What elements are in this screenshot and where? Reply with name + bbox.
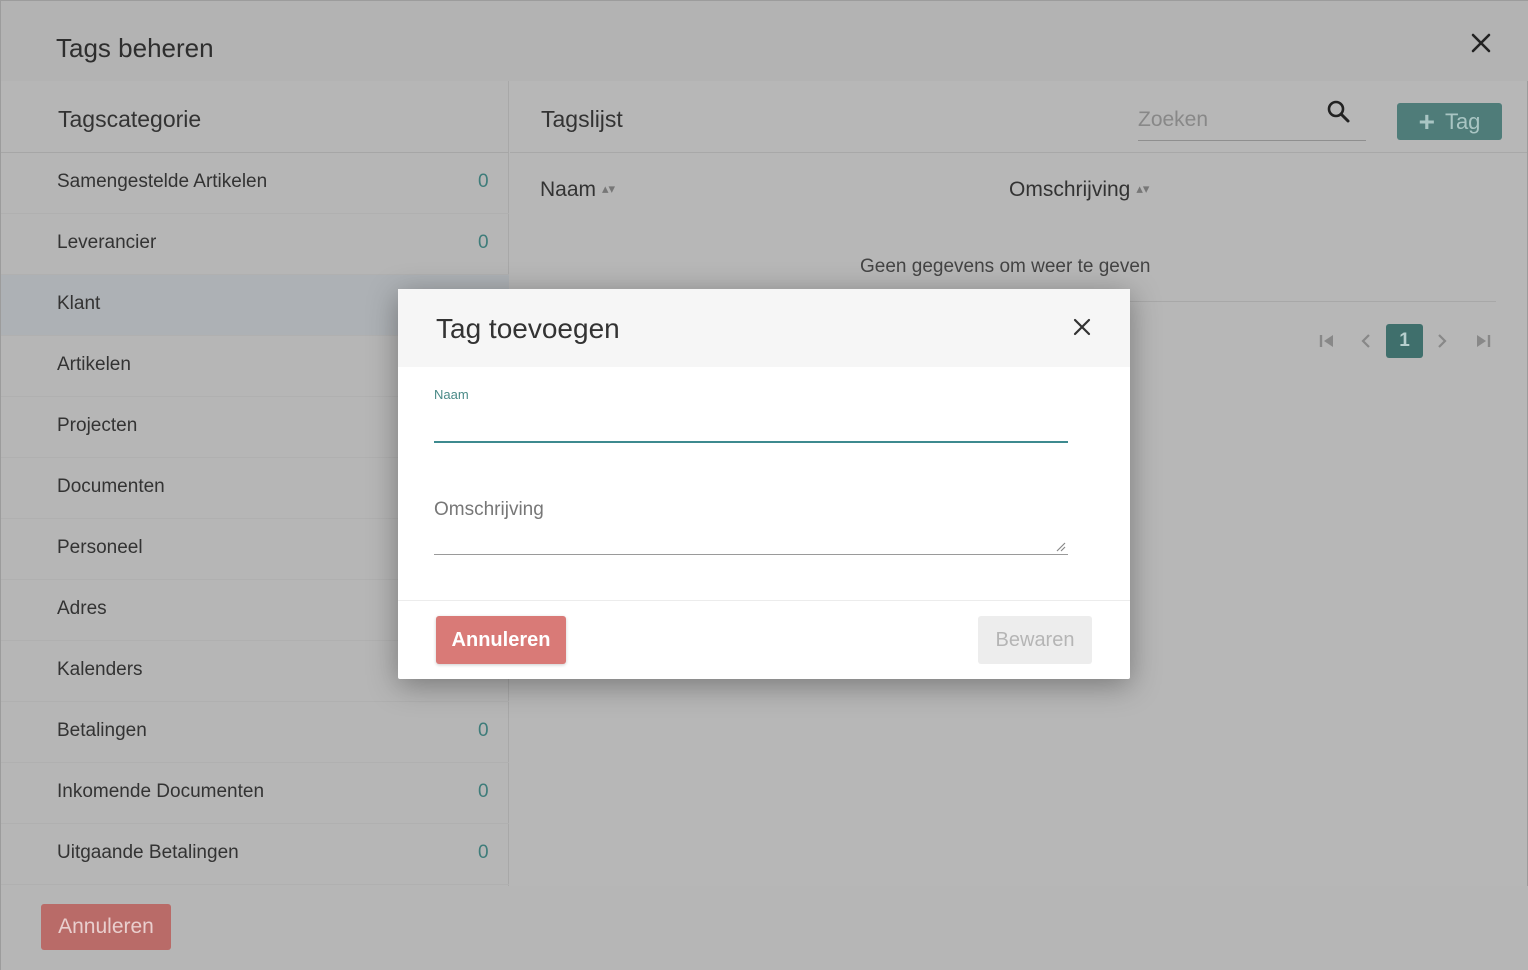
- next-page-icon[interactable]: [1432, 324, 1452, 358]
- empty-state-message: Geen gegevens om weer te geven: [860, 256, 1151, 277]
- search-field: [1138, 99, 1366, 141]
- category-item-count: 0: [478, 171, 489, 192]
- category-item-label: Documenten: [57, 476, 165, 497]
- category-header: Tagscategorie: [1, 81, 509, 153]
- close-icon[interactable]: [1467, 29, 1495, 57]
- category-item[interactable]: Samengestelde Artikelen 0: [1, 153, 509, 214]
- modal-title: Tag toevoegen: [436, 313, 620, 344]
- category-item[interactable]: Betalingen 0: [1, 702, 509, 763]
- category-item-label: Inkomende Documenten: [57, 781, 265, 802]
- column-naam-label: Naam: [540, 178, 597, 201]
- category-item-label: Samengestelde Artikelen: [57, 171, 268, 192]
- divider: [510, 152, 1527, 153]
- category-item-label: Leverancier: [57, 232, 157, 253]
- category-item[interactable]: Inkomende Documenten 0: [1, 763, 509, 824]
- save-button[interactable]: Bewaren: [978, 616, 1092, 664]
- divider: [398, 600, 1130, 601]
- category-item-count: 0: [478, 720, 489, 741]
- column-omschrijving-label: Omschrijving: [1009, 178, 1131, 201]
- sort-icon: ▴▾: [602, 181, 616, 196]
- column-header-omschrijving[interactable]: Omschrijving ▴▾: [1009, 178, 1149, 202]
- category-header-label: Tagscategorie: [58, 106, 202, 132]
- add-tag-label: Tag: [1444, 108, 1481, 134]
- category-item-label: Artikelen: [57, 354, 131, 375]
- search-input[interactable]: [1138, 105, 1318, 135]
- plus-icon: +: [1418, 105, 1435, 137]
- naam-input[interactable]: [434, 407, 1068, 443]
- category-item-count: 0: [478, 781, 489, 802]
- dialog-header: Tags beheren: [1, 1, 1528, 81]
- omschrijving-textarea[interactable]: [434, 485, 1068, 553]
- category-item-label: Klant: [57, 293, 101, 314]
- column-header-naam[interactable]: Naam ▴▾: [540, 178, 615, 202]
- category-item-label: Uitgaande Betalingen: [57, 842, 239, 863]
- tags-list-title: Tagslijst: [541, 106, 623, 132]
- category-item-label: Projecten: [57, 415, 138, 436]
- naam-field-label: Naam: [434, 387, 469, 402]
- category-item-label: Betalingen: [57, 720, 147, 741]
- category-item-label: Adres: [57, 598, 107, 619]
- resize-handle-icon[interactable]: [1054, 539, 1066, 552]
- sort-icon: ▴▾: [1136, 181, 1150, 196]
- category-item-count: 0: [478, 842, 489, 863]
- prev-page-icon[interactable]: [1356, 324, 1376, 358]
- category-item-count: 0: [478, 232, 489, 253]
- modal-header: Tag toevoegen: [398, 289, 1130, 367]
- category-item-label: Personeel: [57, 537, 143, 558]
- first-page-icon[interactable]: [1316, 324, 1338, 358]
- omschrijving-field: [434, 485, 1068, 555]
- last-page-icon[interactable]: [1472, 324, 1494, 358]
- close-icon[interactable]: [1070, 315, 1094, 339]
- add-tag-button[interactable]: + Tag: [1397, 103, 1502, 140]
- current-page-button[interactable]: 1: [1386, 324, 1423, 358]
- dialog-cancel-button[interactable]: Annuleren: [41, 904, 171, 950]
- cancel-button[interactable]: Annuleren: [436, 616, 566, 664]
- category-item[interactable]: Uitgaande Betalingen 0: [1, 824, 509, 885]
- category-item[interactable]: Leverancier 0: [1, 214, 509, 275]
- dialog-footer: Annuleren: [1, 886, 1528, 970]
- dialog-title: Tags beheren: [56, 33, 214, 63]
- search-icon[interactable]: [1326, 99, 1352, 127]
- add-tag-modal: Tag toevoegen Naam Annuleren Bewaren: [398, 289, 1130, 679]
- category-item-label: Kalenders: [57, 659, 143, 680]
